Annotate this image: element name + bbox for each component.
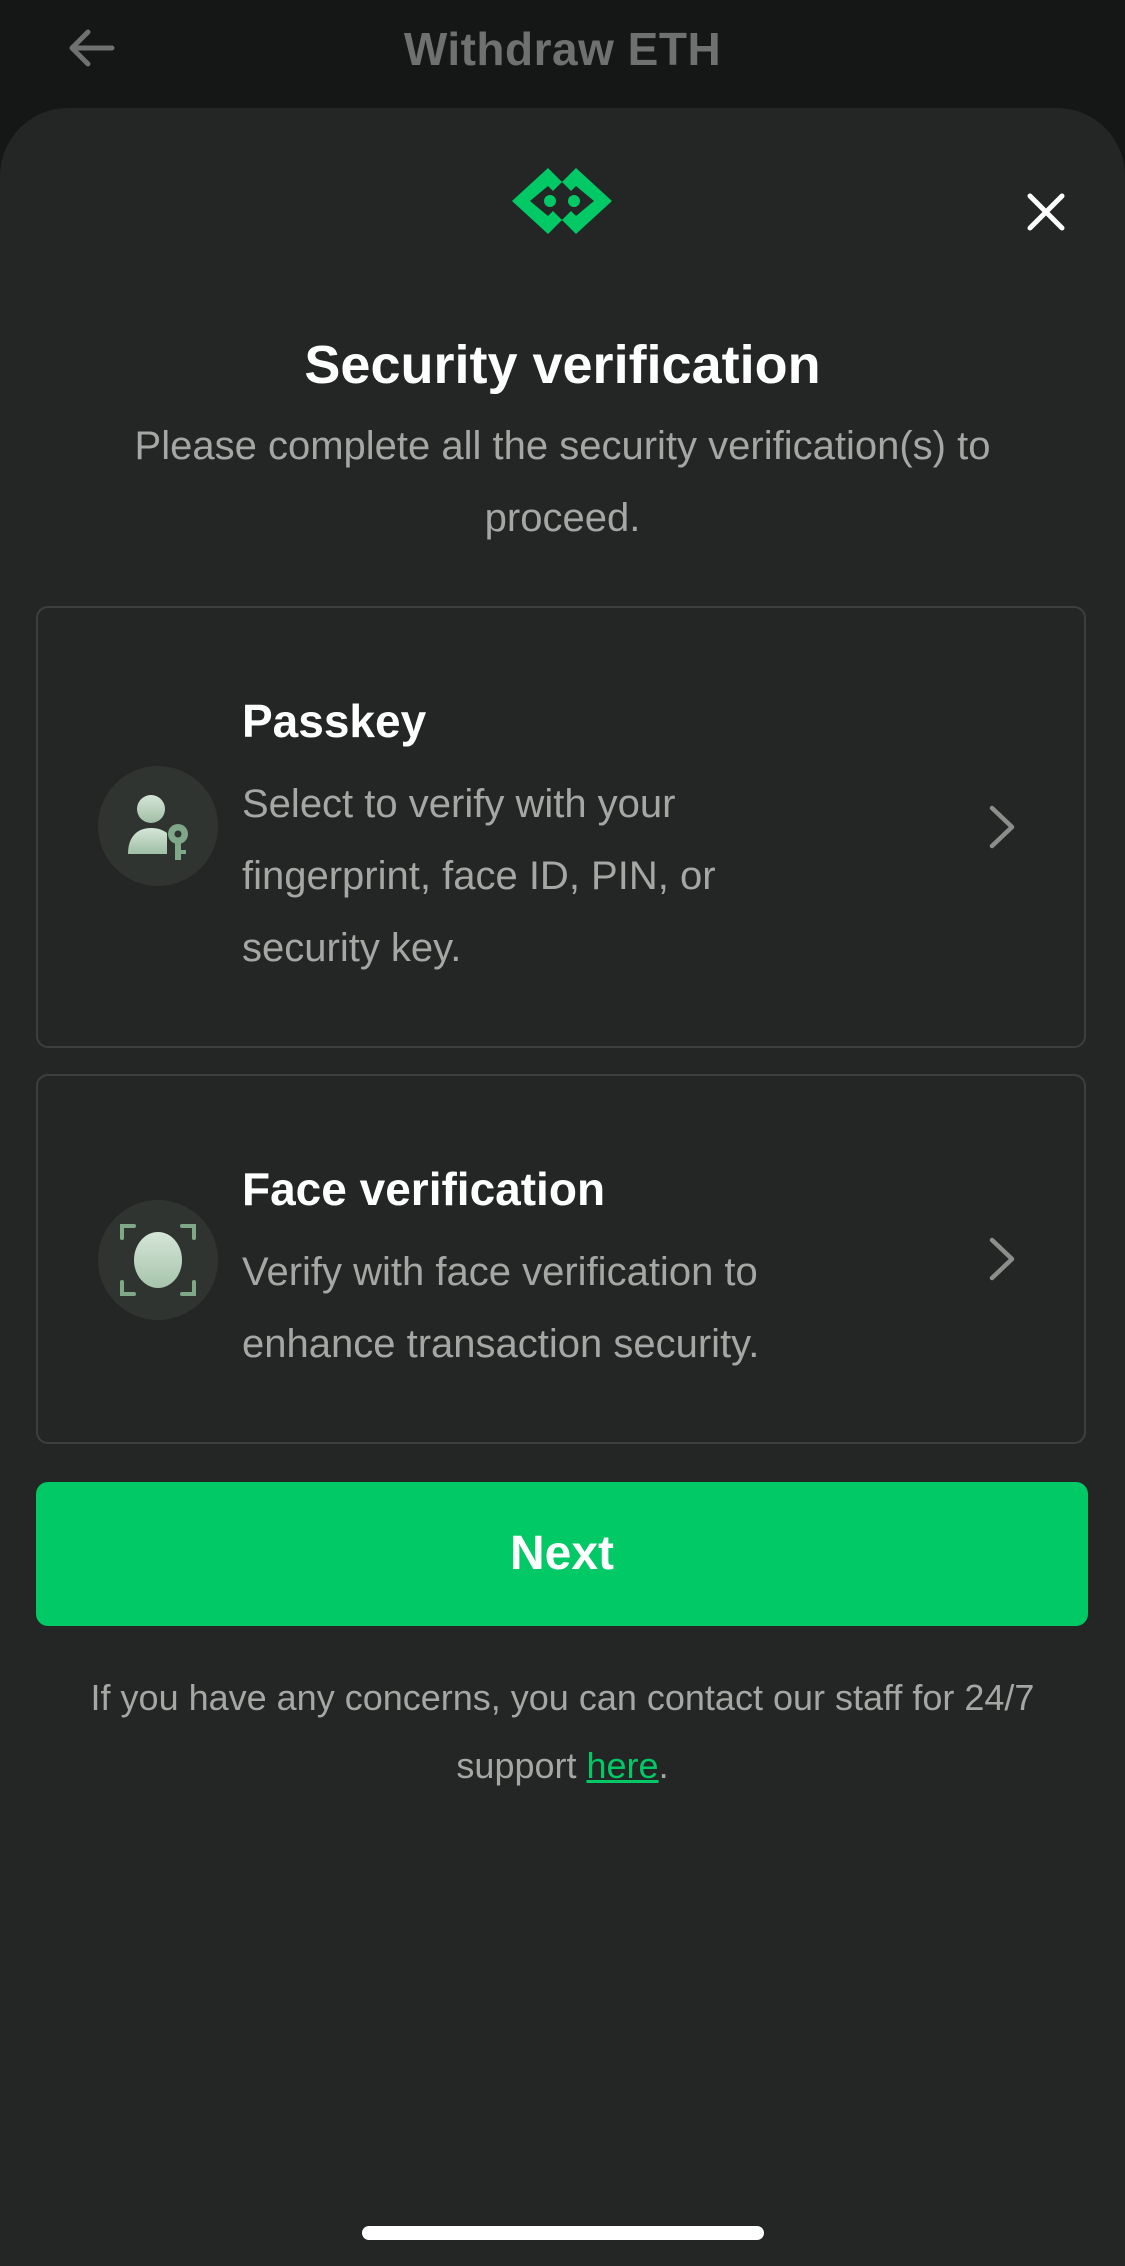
top-bar: Withdraw ETH [0,0,1125,108]
option-description: Select to verify with your fingerprint, … [242,782,716,970]
option-passkey[interactable]: Passkey Select to verify with your finge… [36,606,1086,1048]
brand-logo-icon [512,168,612,234]
face-scan-icon [98,1200,218,1320]
close-icon[interactable] [1024,190,1068,234]
screen: Withdraw ETH Security verification Pleas… [0,0,1125,2266]
sheet-title: Security verification [304,335,821,395]
page-title: Withdraw ETH [403,23,722,75]
support-text: If you have any concerns, you can contac… [30,1664,1095,1800]
support-text-prefix: If you have any concerns, you can contac… [90,1677,1035,1786]
chevron-right-icon [989,805,1015,849]
sheet-subtitle: Please complete all the security verific… [134,424,991,540]
chevron-right-icon [989,1237,1015,1281]
support-link[interactable]: here [587,1745,659,1786]
option-description: Verify with face verification to enhance… [242,1250,760,1366]
option-title: Face verification [242,1163,606,1215]
security-verification-sheet: Security verification Please complete al… [0,108,1125,2266]
next-button[interactable]: Next [36,1482,1088,1626]
user-key-icon [98,766,218,886]
home-indicator[interactable] [362,2226,764,2240]
option-face-verification[interactable]: Face verification Verify with face verif… [36,1074,1086,1444]
support-text-suffix: . [658,1745,669,1786]
option-title: Passkey [242,695,427,747]
